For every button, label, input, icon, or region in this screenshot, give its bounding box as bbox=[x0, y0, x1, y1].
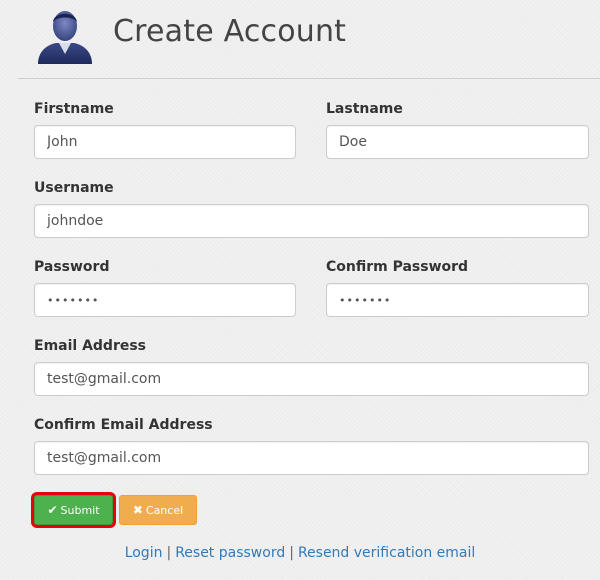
username-field[interactable] bbox=[34, 204, 589, 238]
footer-links: Login | Reset password | Resend verification… bbox=[0, 545, 600, 561]
lastname-field[interactable] bbox=[326, 125, 589, 159]
page-title: Create Account bbox=[113, 14, 347, 49]
login-link[interactable]: Login bbox=[125, 545, 163, 561]
firstname-field[interactable] bbox=[34, 125, 296, 159]
username-label: Username bbox=[34, 180, 114, 196]
firstname-label: Firstname bbox=[34, 101, 114, 117]
reset-password-link[interactable]: Reset password bbox=[175, 545, 285, 561]
lastname-label: Lastname bbox=[326, 101, 403, 117]
confirm-password-field[interactable] bbox=[326, 283, 589, 317]
cancel-button-label: Cancel bbox=[145, 503, 184, 517]
email-label: Email Address bbox=[34, 338, 147, 354]
email-field[interactable] bbox=[34, 362, 589, 396]
cancel-button[interactable]: ✖ Cancel bbox=[119, 495, 197, 525]
check-icon: ✔ bbox=[47, 503, 58, 517]
user-avatar-icon bbox=[38, 11, 92, 64]
confirm-email-label: Confirm Email Address bbox=[34, 417, 213, 433]
confirm-password-label: Confirm Password bbox=[326, 259, 469, 275]
confirm-email-field[interactable] bbox=[34, 441, 589, 475]
password-field[interactable] bbox=[34, 283, 296, 317]
header-divider bbox=[18, 78, 600, 79]
link-separator: | bbox=[289, 545, 294, 561]
password-label: Password bbox=[34, 259, 110, 275]
submit-button[interactable]: ✔ Submit bbox=[34, 495, 113, 525]
close-icon: ✖ bbox=[132, 503, 143, 517]
page-header: Create Account bbox=[0, 0, 600, 70]
submit-button-label: Submit bbox=[60, 503, 100, 517]
resend-verification-link[interactable]: Resend verification email bbox=[298, 545, 475, 561]
link-separator: | bbox=[166, 545, 172, 561]
